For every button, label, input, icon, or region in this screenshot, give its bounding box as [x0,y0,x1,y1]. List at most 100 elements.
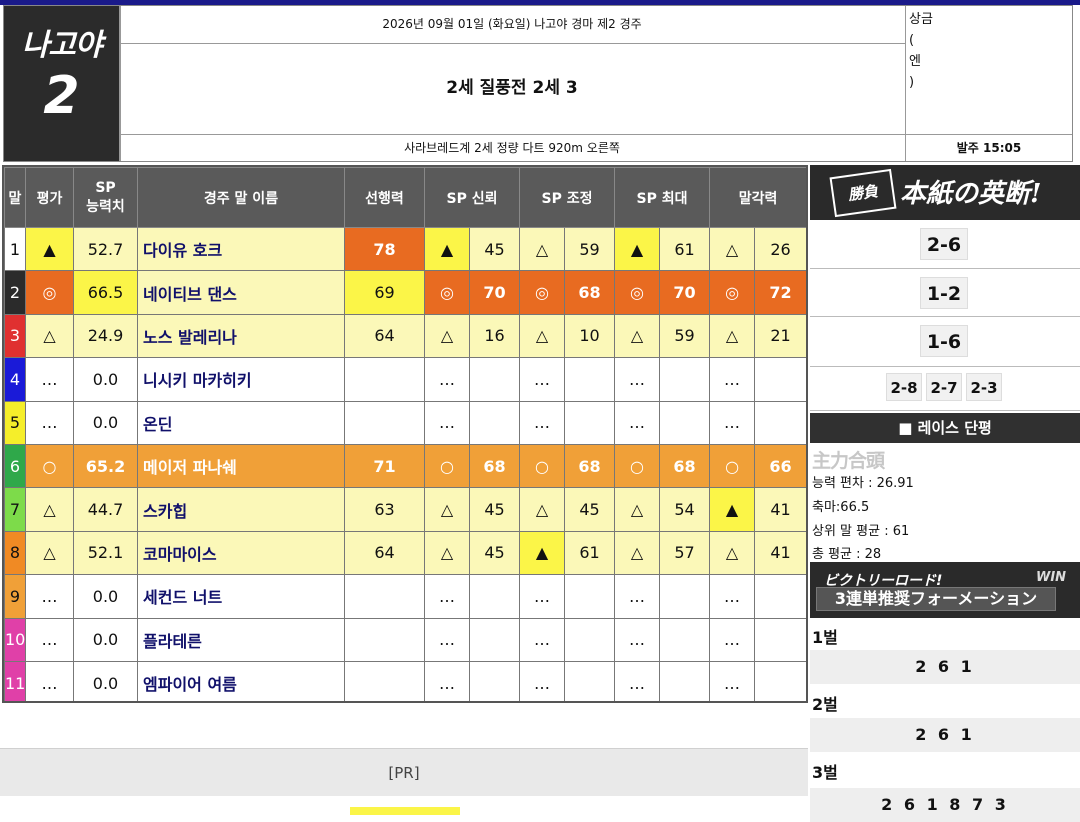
sp-trust-mark: … [424,357,470,402]
pr-label[interactable]: [PR] [0,748,808,796]
sp-trust-value [468,660,521,701]
pick-button[interactable]: 1-6 [920,325,968,357]
entries-body: 1 ▲ 52.7 다이유 호크 78 ▲ 45 △ 59 ▲ 61 △ 26 2 ◎ 66.5 네이티브 댄스 6… [4,226,806,701]
horse-name[interactable]: 플라테른 [137,617,345,662]
sp-adjust-value [564,574,616,619]
horse-name[interactable]: 메이저 파나쉐 [137,443,345,489]
finish-mark: … [709,660,756,701]
pick-row: 1-6 [810,317,1080,367]
horse-name[interactable]: 노스 발레리나 [137,313,345,359]
sp-trust-value [468,400,521,445]
pick-button[interactable]: 1-2 [920,277,968,309]
table-row: 6 ○ 65.2 메이저 파나쉐 71 ○ 68 ○ 68 ○ 68 ○ 66 [4,443,806,489]
col-sp-trust: SP 신뢰 [423,167,521,228]
review-line: 능력 편차 : 26.91 [812,476,914,491]
horse-name[interactable]: 네이티브 댄스 [137,270,345,315]
sp-trust-mark: … [424,660,470,701]
lead-score [344,660,425,701]
sp-trust-mark: ▲ [424,226,470,272]
formation-label: 2벌 [812,695,838,714]
formation-value: 2 6 1 [810,650,1080,684]
pick-button[interactable]: 2-6 [920,228,968,260]
horse-name[interactable]: 코마마이스 [137,530,345,576]
finish-value [754,617,806,662]
sp-trust-mark: △ [424,530,470,576]
sp-max-value [659,660,711,701]
prize-paren-close: ) [909,75,915,90]
sp-adjust-value [564,617,616,662]
sp-max-mark: △ [614,530,661,576]
sp-score: 44.7 [73,487,138,532]
lead-score: 78 [344,226,425,272]
sidebar: 勝負 本紙の英断! 2-6 1-2 1-6 2-8 2-7 2-3 ■ 레이스 … [810,165,1080,822]
table-row: 3 △ 24.9 노스 발레리나 64 △ 16 △ 10 △ 59 △ 21 [4,313,806,359]
finish-value [754,400,806,445]
banner2-title: 3連単推奨フォーメーション [816,587,1056,611]
table-row: 9… 0.0 세컨드 너트………… [4,574,806,619]
horse-number: 2 [4,270,26,315]
win-badge: WIN [1036,570,1067,585]
lead-score: 64 [344,530,425,576]
horse-name[interactable]: 니시키 마카히키 [137,357,345,402]
col-horse-no: 말 [4,167,26,228]
sp-max-value: 57 [659,530,711,576]
sp-adjust-mark: ◎ [519,270,566,315]
horse-name[interactable]: 온딘 [137,400,345,445]
race-conditions: 사라브레드계 2세 정량 다트 920m 오른쪽 [404,141,620,155]
race-review: 主力合頭 능력 편차 : 26.91 축마:66.5 상위 말 평균 : 61 … [810,443,1080,562]
eval-cell: △ [25,487,74,532]
race-header: 나고야 2 2026년 09월 01일 (화요일) 나고야 경마 제2 경주 2… [3,5,1073,162]
pick-button[interactable]: 2-8 [886,373,922,401]
horse-name[interactable]: 세컨드 너트 [137,574,345,619]
finish-value [754,660,806,701]
sp-adjust-mark: △ [519,313,566,359]
horse-name[interactable]: 다이유 호크 [137,226,345,272]
sp-trust-mark: ○ [424,443,470,489]
sp-trust-value [468,574,521,619]
sp-max-value [659,617,711,662]
sp-adjust-value: 68 [564,270,616,315]
pick-row: 1-2 [810,269,1080,317]
sp-max-value: 70 [659,270,711,315]
eval-cell: … [25,574,74,619]
finish-value: 21 [754,313,806,359]
horse-number: 5 [4,400,26,445]
sp-max-value [659,400,711,445]
prize-label: 상금 [909,12,933,27]
col-sp-adjust: SP 조정 [519,167,616,228]
horse-number: 9 [4,574,26,619]
race-number: 2 [43,66,80,126]
sp-max-value: 61 [659,226,711,272]
sp-score: 65.2 [73,443,138,489]
sp-adjust-value: 59 [564,226,616,272]
col-sp-max: SP 최대 [614,167,711,228]
eval-cell: △ [25,530,74,576]
sp-adjust-value: 10 [564,313,616,359]
finish-mark: △ [709,226,756,272]
sp-score: 0.0 [73,400,138,445]
pick-button[interactable]: 2-3 [966,373,1002,401]
shoubu-stamp-icon: 勝負 [829,168,897,218]
sp-adjust-value: 45 [564,487,616,532]
sp-score: 24.9 [73,313,138,359]
horse-number: 7 [4,487,26,532]
eval-cell: … [25,617,74,662]
sp-score: 52.7 [73,226,138,272]
sp-adjust-mark: … [519,574,566,619]
finish-value: 26 [754,226,806,272]
col-sp: SP 능력치 [73,167,138,228]
horse-name[interactable]: 스카힙 [137,487,345,532]
horse-name[interactable]: 엠파이어 여름 [137,660,345,701]
pick-button[interactable]: 2-7 [926,373,962,401]
sp-adjust-value: 61 [564,530,616,576]
formation-label: 3벌 [812,763,838,782]
table-row: 10… 0.0 플라테른………… [4,617,806,662]
eval-cell: ○ [25,443,74,489]
sp-max-mark: … [614,660,661,701]
finish-mark: ▲ [709,487,756,532]
review-line: 축마:66.5 [812,500,870,515]
horse-number: 8 [4,530,26,576]
lead-score [344,617,425,662]
review-line: 총 평균 : 28 [812,547,882,562]
editorial-pick-banner: 勝負 本紙の英断! [810,165,1080,220]
